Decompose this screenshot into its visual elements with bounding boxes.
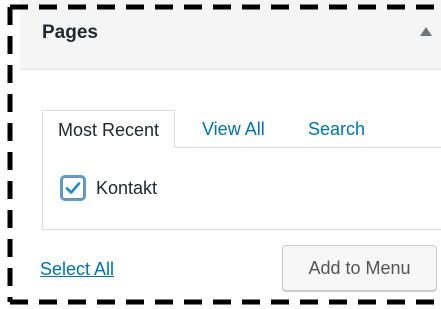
select-all-link[interactable]: Select All: [40, 256, 114, 282]
item-label-kontakt[interactable]: Kontakt: [96, 175, 157, 201]
checkmark-icon: [65, 182, 81, 194]
tab-most-recent[interactable]: Most Recent: [42, 110, 175, 148]
panel-title: Pages: [42, 22, 98, 43]
tab-view-all[interactable]: View All: [202, 110, 265, 148]
add-to-menu-button[interactable]: Add to Menu: [282, 245, 437, 291]
tab-search[interactable]: Search: [308, 110, 365, 148]
tab-bar: Most Recent View All Search: [42, 110, 441, 148]
kontakt-checkbox[interactable]: [62, 177, 84, 199]
triangle-up-icon[interactable]: [420, 27, 432, 36]
